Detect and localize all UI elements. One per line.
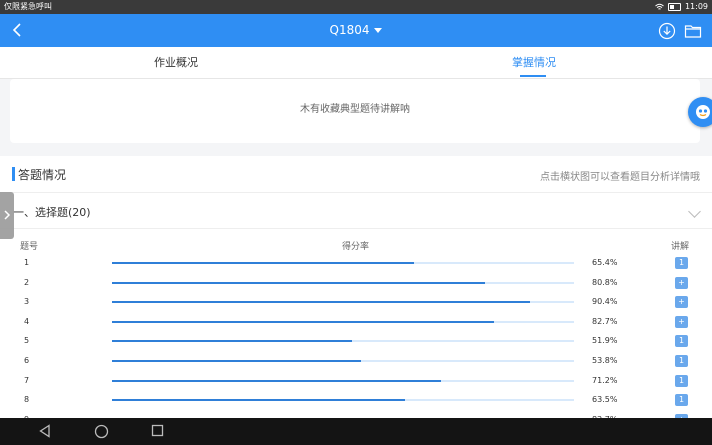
score-rate-value: 71.2% xyxy=(592,375,618,385)
score-rate-bar-track[interactable] xyxy=(112,301,574,304)
nav-back-icon[interactable] xyxy=(38,424,52,438)
question-number: 4 xyxy=(24,316,30,326)
question-number: 6 xyxy=(24,356,30,365)
add-explain-button[interactable]: + xyxy=(675,276,688,289)
column-header-explain: 讲解 xyxy=(671,242,690,252)
score-rate-bar xyxy=(112,262,415,264)
tab-overview[interactable]: 作业概况 xyxy=(154,47,198,78)
score-rate-value: 53.8% xyxy=(592,356,618,365)
assistant-icon xyxy=(696,105,710,119)
score-rate-value: 82.7% xyxy=(592,316,618,326)
explain-count-button[interactable]: 1 xyxy=(675,335,688,348)
score-rate-bar-track[interactable] xyxy=(112,360,574,362)
score-rate-bar-track[interactable] xyxy=(112,320,574,323)
question-number: 7 xyxy=(24,375,30,385)
battery-icon xyxy=(667,3,681,11)
add-explain-button[interactable]: + xyxy=(675,296,688,309)
explain-count-button[interactable]: 1 xyxy=(675,355,688,367)
answers-section-title: 答题情况 xyxy=(18,168,67,182)
section-accent-bar xyxy=(12,167,15,181)
assignment-selector[interactable]: Q1804 xyxy=(0,14,712,47)
question-group-header[interactable]: 一、选择题(20) xyxy=(0,193,712,229)
score-rate-bar xyxy=(112,301,530,304)
score-row[interactable]: 1 65.4% 1 xyxy=(0,254,712,273)
score-row[interactable]: 8 63.5% 1 xyxy=(0,391,712,410)
nav-recents-icon[interactable] xyxy=(151,424,164,437)
score-rate-value: 65.4% xyxy=(592,258,618,267)
score-row[interactable]: 5 51.9% 1 xyxy=(0,332,712,351)
side-drawer-handle[interactable] xyxy=(0,192,14,239)
folder-icon[interactable] xyxy=(684,22,702,40)
explain-count-button[interactable]: 1 xyxy=(675,394,688,407)
score-rate-bar-track[interactable] xyxy=(112,379,574,382)
status-time: 11:09 xyxy=(684,2,708,11)
question-group-label: 一、选择题(20) xyxy=(13,206,91,219)
assignment-title: Q1804 xyxy=(329,23,370,37)
status-bar: 仅限紧急呼叫 11:09 xyxy=(0,0,712,14)
question-number: 2 xyxy=(24,277,30,287)
score-rate-bar xyxy=(112,360,361,362)
question-number: 3 xyxy=(24,297,30,307)
score-rate-value: 51.9% xyxy=(592,336,618,346)
explain-count-button[interactable]: 1 xyxy=(675,374,688,387)
system-nav-bar xyxy=(0,418,712,445)
score-rate-bar xyxy=(112,379,441,382)
answers-section-header: 答题情况 点击横状图可以查看题目分析详情哦 xyxy=(0,156,712,193)
score-rate-bar xyxy=(112,320,495,323)
score-row[interactable]: 7 71.2% 1 xyxy=(0,372,712,391)
nav-home-icon[interactable] xyxy=(94,424,109,439)
chevron-right-icon xyxy=(4,210,11,220)
score-rate-bar xyxy=(112,340,352,343)
app-bar: Q1804 xyxy=(0,14,712,47)
score-rate-bar xyxy=(112,399,406,402)
score-rate-bar-track[interactable] xyxy=(112,281,574,284)
status-right: 11:09 xyxy=(655,0,708,14)
score-rate-value: 63.5% xyxy=(592,395,618,405)
score-rate-bar-track[interactable] xyxy=(112,340,574,343)
wifi-icon xyxy=(655,3,664,10)
score-row[interactable]: 6 53.8% 1 xyxy=(0,352,712,371)
score-rate-bar xyxy=(112,281,486,284)
answers-section: 答题情况 点击横状图可以查看题目分析详情哦 一、选择题(20) 题号 得分率 讲… xyxy=(0,156,712,445)
score-row[interactable]: 3 90.4% + xyxy=(0,293,712,312)
active-tab-indicator xyxy=(520,75,546,77)
tab-mastery[interactable]: 掌握情况 xyxy=(512,47,556,78)
score-rate-value: 90.4% xyxy=(592,297,618,307)
collected-questions-card: 木有收藏典型题待讲解呐 xyxy=(10,79,700,143)
answers-section-hint: 点击横状图可以查看题目分析详情哦 xyxy=(540,172,700,183)
score-rate-value: 80.8% xyxy=(592,277,618,287)
question-number: 8 xyxy=(24,395,30,405)
status-carrier-text: 仅限紧急呼叫 xyxy=(4,2,52,11)
question-number: 1 xyxy=(24,258,30,267)
floating-assistant-button[interactable] xyxy=(688,97,712,127)
tab-bar: 作业概况 掌握情况 xyxy=(0,47,712,79)
question-number: 5 xyxy=(24,336,30,346)
score-row[interactable]: 2 80.8% + xyxy=(0,274,712,293)
explain-count-button[interactable]: 1 xyxy=(675,257,688,269)
score-row[interactable]: 4 82.7% + xyxy=(0,313,712,332)
column-header-rate: 得分率 xyxy=(342,242,370,252)
empty-message: 木有收藏典型题待讲解呐 xyxy=(300,104,410,115)
add-explain-button[interactable]: + xyxy=(675,315,688,328)
chevron-down-icon xyxy=(688,205,701,218)
score-rate-bar-track[interactable] xyxy=(112,399,574,402)
caret-down-icon xyxy=(374,28,383,33)
score-rate-bar-track[interactable] xyxy=(112,262,574,264)
download-icon[interactable] xyxy=(658,22,676,40)
column-header-number: 题号 xyxy=(20,242,39,252)
